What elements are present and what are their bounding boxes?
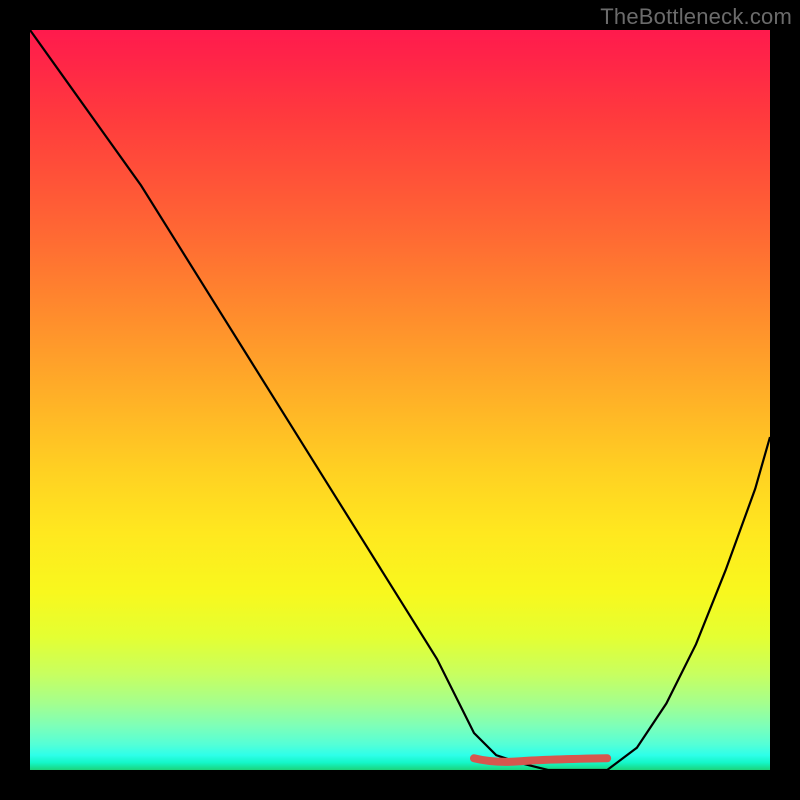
optimal-floor-marker	[474, 758, 607, 762]
bottleneck-curve-line	[30, 30, 770, 770]
plot-area	[30, 30, 770, 770]
watermark-text: TheBottleneck.com	[600, 4, 792, 30]
chart-frame: TheBottleneck.com	[0, 0, 800, 800]
chart-svg	[30, 30, 770, 770]
